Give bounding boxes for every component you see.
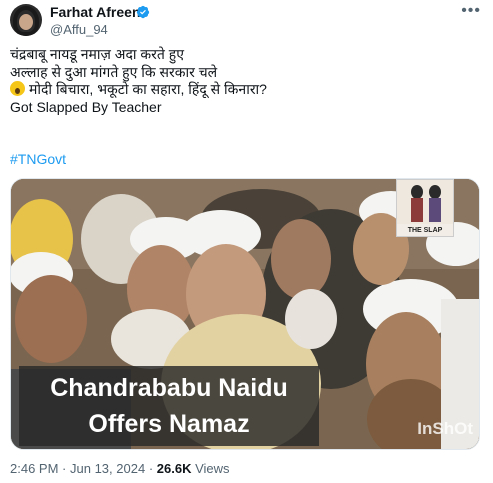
tweet-line-1: चंद्रबाबू नायडू नमाज़ अदा करते हुए xyxy=(10,46,184,62)
tweet-line-4: Got Slapped By Teacher xyxy=(10,98,162,115)
tweet-text: चंद्रबाबू नायडू नमाज़ अदा करते हुए अल्ला… xyxy=(10,46,480,116)
verified-badge-icon xyxy=(136,5,150,19)
more-options-icon[interactable]: ••• xyxy=(461,2,481,20)
video-caption: Chandrababu Naidu Offers Namaz xyxy=(19,366,319,446)
hashtag-link[interactable]: #TNGovt xyxy=(10,151,66,167)
views-count: 26.6K xyxy=(156,461,192,476)
tweet-video[interactable]: THE SLAP Chandrababu Naidu Offers Namaz … xyxy=(10,178,480,450)
author-name[interactable]: Farhat Afreen xyxy=(50,4,141,20)
inset-figures xyxy=(397,180,453,224)
meta-separator: · xyxy=(62,461,70,476)
video-watermark: InShOt xyxy=(417,419,473,438)
avatar-face xyxy=(19,14,33,30)
author-handle[interactable]: @Affu_94 xyxy=(50,22,108,37)
tweet-line-3: मोदी बिचारा, भकूटो का सहारा, हिंदू से कि… xyxy=(10,81,480,99)
caption-line-2: Offers Namaz xyxy=(88,410,250,438)
tweet-line-3-text: मोदी बिचारा, भकूटो का सहारा, हिंदू से कि… xyxy=(29,81,267,97)
tweet-metadata: 2:46 PM · Jun 13, 2024 · 26.6K Views xyxy=(10,461,230,476)
slap-inset-image: THE SLAP xyxy=(396,179,454,237)
screaming-face-emoji-icon xyxy=(10,81,25,96)
caption-line-1: Chandrababu Naidu xyxy=(50,374,288,402)
tweet-time[interactable]: 2:46 PM xyxy=(10,461,58,476)
meta-separator: · xyxy=(148,461,157,476)
avatar[interactable] xyxy=(10,4,42,36)
views-label: Views xyxy=(195,461,230,476)
inset-label: THE SLAP xyxy=(407,227,443,234)
tweet-header: Farhat Afreen @Affu_94 ••• xyxy=(10,2,485,42)
tweet-date[interactable]: Jun 13, 2024 xyxy=(70,461,145,476)
tweet-line-2: अल्लाह से दुआ मांगते हुए कि सरकार चले xyxy=(10,63,218,80)
